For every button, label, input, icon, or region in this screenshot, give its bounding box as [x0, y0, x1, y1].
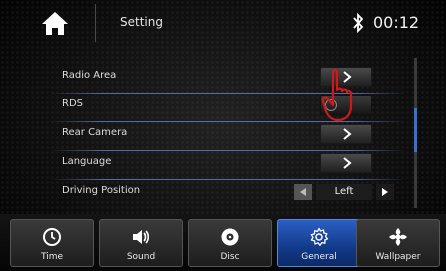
setting-label: RDS: [62, 98, 83, 109]
arrow-right-icon: [382, 188, 388, 196]
setting-label: Rear Camera: [62, 127, 128, 138]
arrow-left-icon: [300, 188, 306, 196]
tab-label: Wallpaper: [375, 252, 421, 262]
speaker-icon: [133, 230, 150, 244]
page-title: Setting: [120, 15, 163, 29]
header: Setting 00:12: [0, 0, 446, 48]
driving-position-value: Left: [316, 184, 372, 200]
clock-icon: [43, 228, 61, 246]
wallpaper-icon: [389, 228, 407, 246]
tab-label: Disc: [220, 252, 240, 262]
tab-label: Sound: [126, 252, 156, 262]
chevron-right-icon: [343, 157, 352, 169]
gear-icon: [310, 227, 329, 246]
chevron-right-icon: [343, 128, 352, 140]
tab-sound[interactable]: Sound: [99, 219, 183, 267]
screen: Setting 00:12 Radio Area RDS Rear Camera: [0, 0, 446, 271]
setting-row-driving-position[interactable]: Driving Position Left: [50, 177, 405, 203]
tab-label: Time: [40, 252, 64, 262]
pointing-hand-icon: [321, 69, 353, 122]
language-button[interactable]: [320, 153, 372, 173]
scrollbar-thumb[interactable]: [414, 108, 417, 152]
tab-time[interactable]: Time: [10, 219, 94, 267]
setting-row-language[interactable]: Language: [50, 148, 405, 180]
tab-disc[interactable]: Disc: [188, 219, 272, 267]
header-divider: [95, 4, 96, 42]
bottom-tab-bar: Time Sound Disc General Wallpaper: [0, 214, 446, 271]
tab-label: General: [301, 252, 337, 262]
previous-option-button[interactable]: [294, 184, 312, 200]
tab-wallpaper[interactable]: Wallpaper: [356, 219, 440, 267]
bluetooth-icon: [353, 12, 364, 34]
tab-general[interactable]: General: [277, 219, 361, 267]
setting-label: Language: [62, 156, 112, 167]
settings-list: Radio Area RDS Rear Camera Language Driv…: [50, 60, 410, 208]
disc-icon: [221, 228, 239, 246]
clock-time: 00:12: [373, 13, 420, 32]
rear-camera-button[interactable]: [320, 124, 372, 144]
home-icon[interactable]: [38, 8, 72, 38]
setting-label: Driving Position: [62, 185, 141, 196]
next-option-button[interactable]: [376, 184, 394, 200]
setting-label: Radio Area: [62, 70, 117, 81]
